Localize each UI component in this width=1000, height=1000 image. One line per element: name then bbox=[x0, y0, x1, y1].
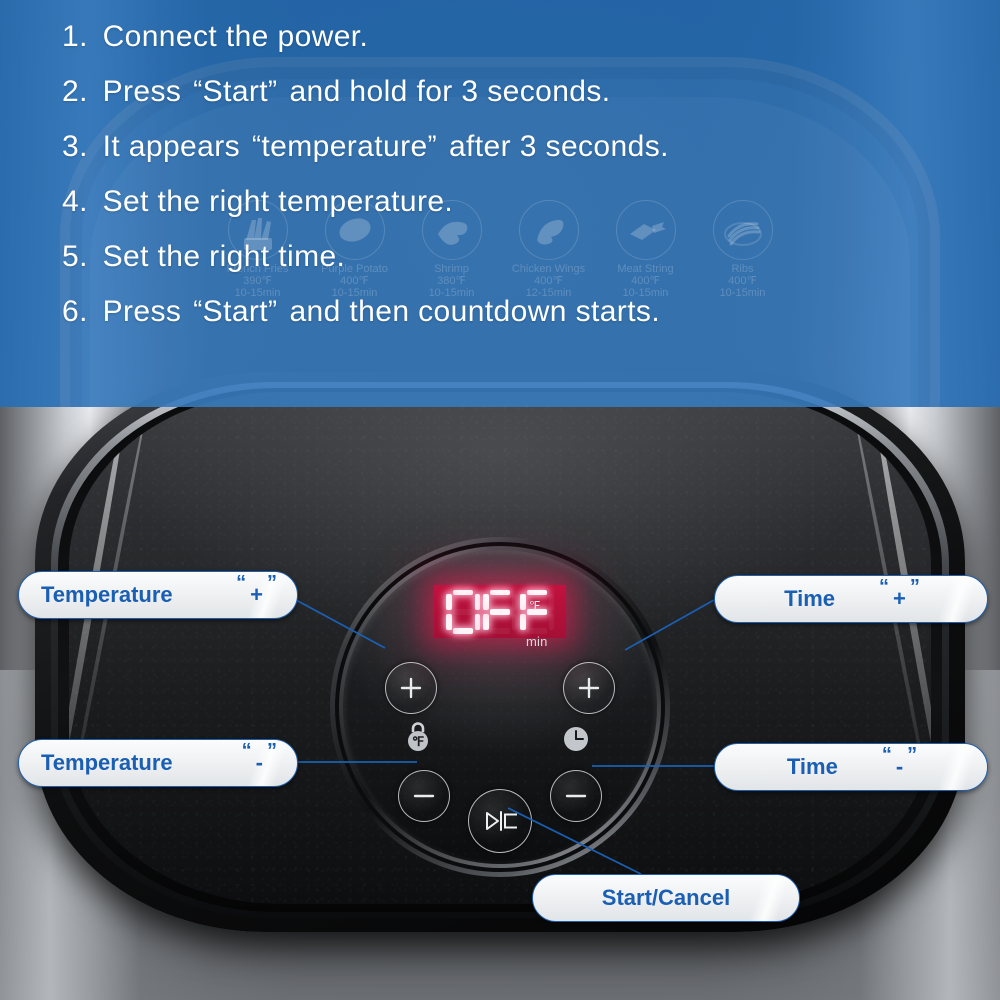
step-number: 5. bbox=[62, 240, 88, 273]
close-quote: ” bbox=[909, 576, 920, 598]
callout-symbol: “+” bbox=[236, 572, 277, 608]
step-number: 1. bbox=[62, 20, 88, 53]
symbol-glyph: + bbox=[893, 586, 906, 611]
callout-time-plus[interactable]: Time “+” bbox=[714, 575, 988, 623]
close-quote: ” bbox=[267, 572, 277, 594]
callout-label: Temperature bbox=[41, 582, 173, 607]
step-text-pre: It appears bbox=[102, 130, 240, 163]
clock-icon bbox=[562, 725, 590, 753]
led-segment-d bbox=[453, 628, 473, 634]
led-segment-a bbox=[453, 589, 473, 595]
instruction-overlay: French Fries 390℉ 10-15min Purple Potato 400… bbox=[0, 0, 1000, 407]
open-quote: “ bbox=[252, 130, 262, 160]
step-text: Set the right time. bbox=[102, 240, 346, 273]
time-minus-button[interactable] bbox=[550, 770, 602, 822]
led-segment-g bbox=[490, 609, 510, 615]
step-number: 3. bbox=[62, 130, 88, 163]
callout-symbol: “-” bbox=[242, 740, 277, 776]
play-stop-icon bbox=[486, 811, 517, 831]
led-segment-e bbox=[520, 613, 526, 630]
led-segment-b bbox=[511, 593, 517, 610]
led-segment-b bbox=[548, 593, 554, 610]
close-quote: ” bbox=[268, 295, 278, 325]
step-text-pre: Press bbox=[102, 295, 182, 328]
step-text: Set the right temperature. bbox=[102, 185, 454, 218]
step-text-pre: Press bbox=[102, 75, 182, 108]
led-digit bbox=[483, 589, 517, 634]
step-quoted-term: Start bbox=[202, 295, 269, 328]
led-segment-c bbox=[548, 613, 554, 630]
plus-icon bbox=[578, 677, 600, 699]
callout-label: Time bbox=[786, 754, 838, 779]
screenshot-root: ℉ min ℉ Temperature “ + ” Temperature “ … bbox=[0, 0, 1000, 1000]
instruction-step: 6. Press “Start” and then countdown starts… bbox=[62, 297, 980, 327]
callout-temperature-plus[interactable]: Temperature “+” bbox=[18, 571, 298, 619]
unit-minutes-label: min bbox=[526, 634, 548, 649]
callout-time-minus[interactable]: Time “-” bbox=[714, 743, 988, 791]
led-segment-a bbox=[527, 589, 547, 595]
led-segment-c bbox=[511, 613, 517, 630]
led-display bbox=[434, 585, 566, 638]
open-quote: “ bbox=[881, 744, 892, 766]
led-segment-f bbox=[520, 593, 526, 610]
plus-icon bbox=[400, 677, 422, 699]
callout-temperature-minus[interactable]: Temperature “-” bbox=[18, 739, 298, 787]
led-segment-f bbox=[446, 593, 452, 610]
symbol-glyph: - bbox=[895, 754, 904, 779]
led-digit bbox=[446, 589, 480, 634]
step-quoted-term: temperature bbox=[261, 130, 428, 163]
open-quote: “ bbox=[193, 75, 203, 105]
callout-label: Temperature bbox=[41, 750, 173, 775]
symbol-glyph: - bbox=[255, 750, 263, 775]
close-quote: ” bbox=[427, 130, 437, 160]
instruction-step: 2. Press “Start” and hold for 3 seconds. bbox=[62, 77, 980, 107]
open-quote: “ bbox=[879, 576, 890, 598]
step-text-post: after 3 seconds. bbox=[448, 130, 669, 163]
callout-label: Time bbox=[784, 586, 836, 611]
minus-icon bbox=[565, 794, 587, 798]
lock-fahrenheit-icon: ℉ bbox=[403, 719, 433, 753]
callout-symbol: “-” bbox=[882, 744, 917, 780]
step-text: Connect the power. bbox=[102, 20, 369, 53]
close-quote: ” bbox=[268, 75, 278, 105]
instruction-step: 4. Set the right temperature. bbox=[62, 187, 980, 217]
minus-icon bbox=[413, 794, 435, 798]
led-segment-f bbox=[483, 593, 489, 610]
step-text-post: and hold for 3 seconds. bbox=[289, 75, 611, 108]
led-segment-e bbox=[483, 613, 489, 630]
open-quote: “ bbox=[236, 572, 247, 594]
step-number: 6. bbox=[62, 295, 88, 328]
callout-symbol: “+” bbox=[879, 576, 920, 612]
led-segment-g bbox=[453, 609, 473, 615]
close-quote: ” bbox=[907, 744, 918, 766]
led-segment-d bbox=[490, 628, 510, 634]
open-quote: “ bbox=[241, 740, 252, 762]
step-number: 2. bbox=[62, 75, 88, 108]
led-segment-d bbox=[527, 628, 547, 634]
callout-start-cancel[interactable]: Start/Cancel bbox=[532, 874, 800, 922]
step-text-post: and then countdown starts. bbox=[289, 295, 661, 328]
step-quoted-term: Start bbox=[202, 75, 269, 108]
instruction-step-list: 1. Connect the power. 2. Press “Start” and … bbox=[62, 22, 980, 352]
start-cancel-button[interactable] bbox=[468, 789, 532, 853]
close-quote: ” bbox=[267, 740, 277, 762]
temperature-minus-button[interactable] bbox=[398, 770, 450, 822]
led-segment-a bbox=[490, 589, 510, 595]
unit-fahrenheit-label: ℉ bbox=[529, 599, 541, 613]
led-segment-c bbox=[474, 613, 480, 630]
time-plus-button[interactable] bbox=[563, 662, 615, 714]
temperature-plus-button[interactable] bbox=[385, 662, 437, 714]
led-segment-b bbox=[474, 593, 480, 610]
instruction-step: 1. Connect the power. bbox=[62, 22, 980, 52]
control-panel-dial: ℉ min ℉ bbox=[330, 537, 670, 877]
symbol-glyph: + bbox=[250, 582, 263, 607]
instruction-step: 3. It appears “temperature” after 3 second… bbox=[62, 132, 980, 162]
instruction-step: 5. Set the right time. bbox=[62, 242, 980, 272]
led-segment-e bbox=[446, 613, 452, 630]
svg-text:℉: ℉ bbox=[412, 734, 424, 749]
callout-label: Start/Cancel bbox=[601, 885, 731, 910]
open-quote: “ bbox=[193, 295, 203, 325]
step-number: 4. bbox=[62, 185, 88, 218]
